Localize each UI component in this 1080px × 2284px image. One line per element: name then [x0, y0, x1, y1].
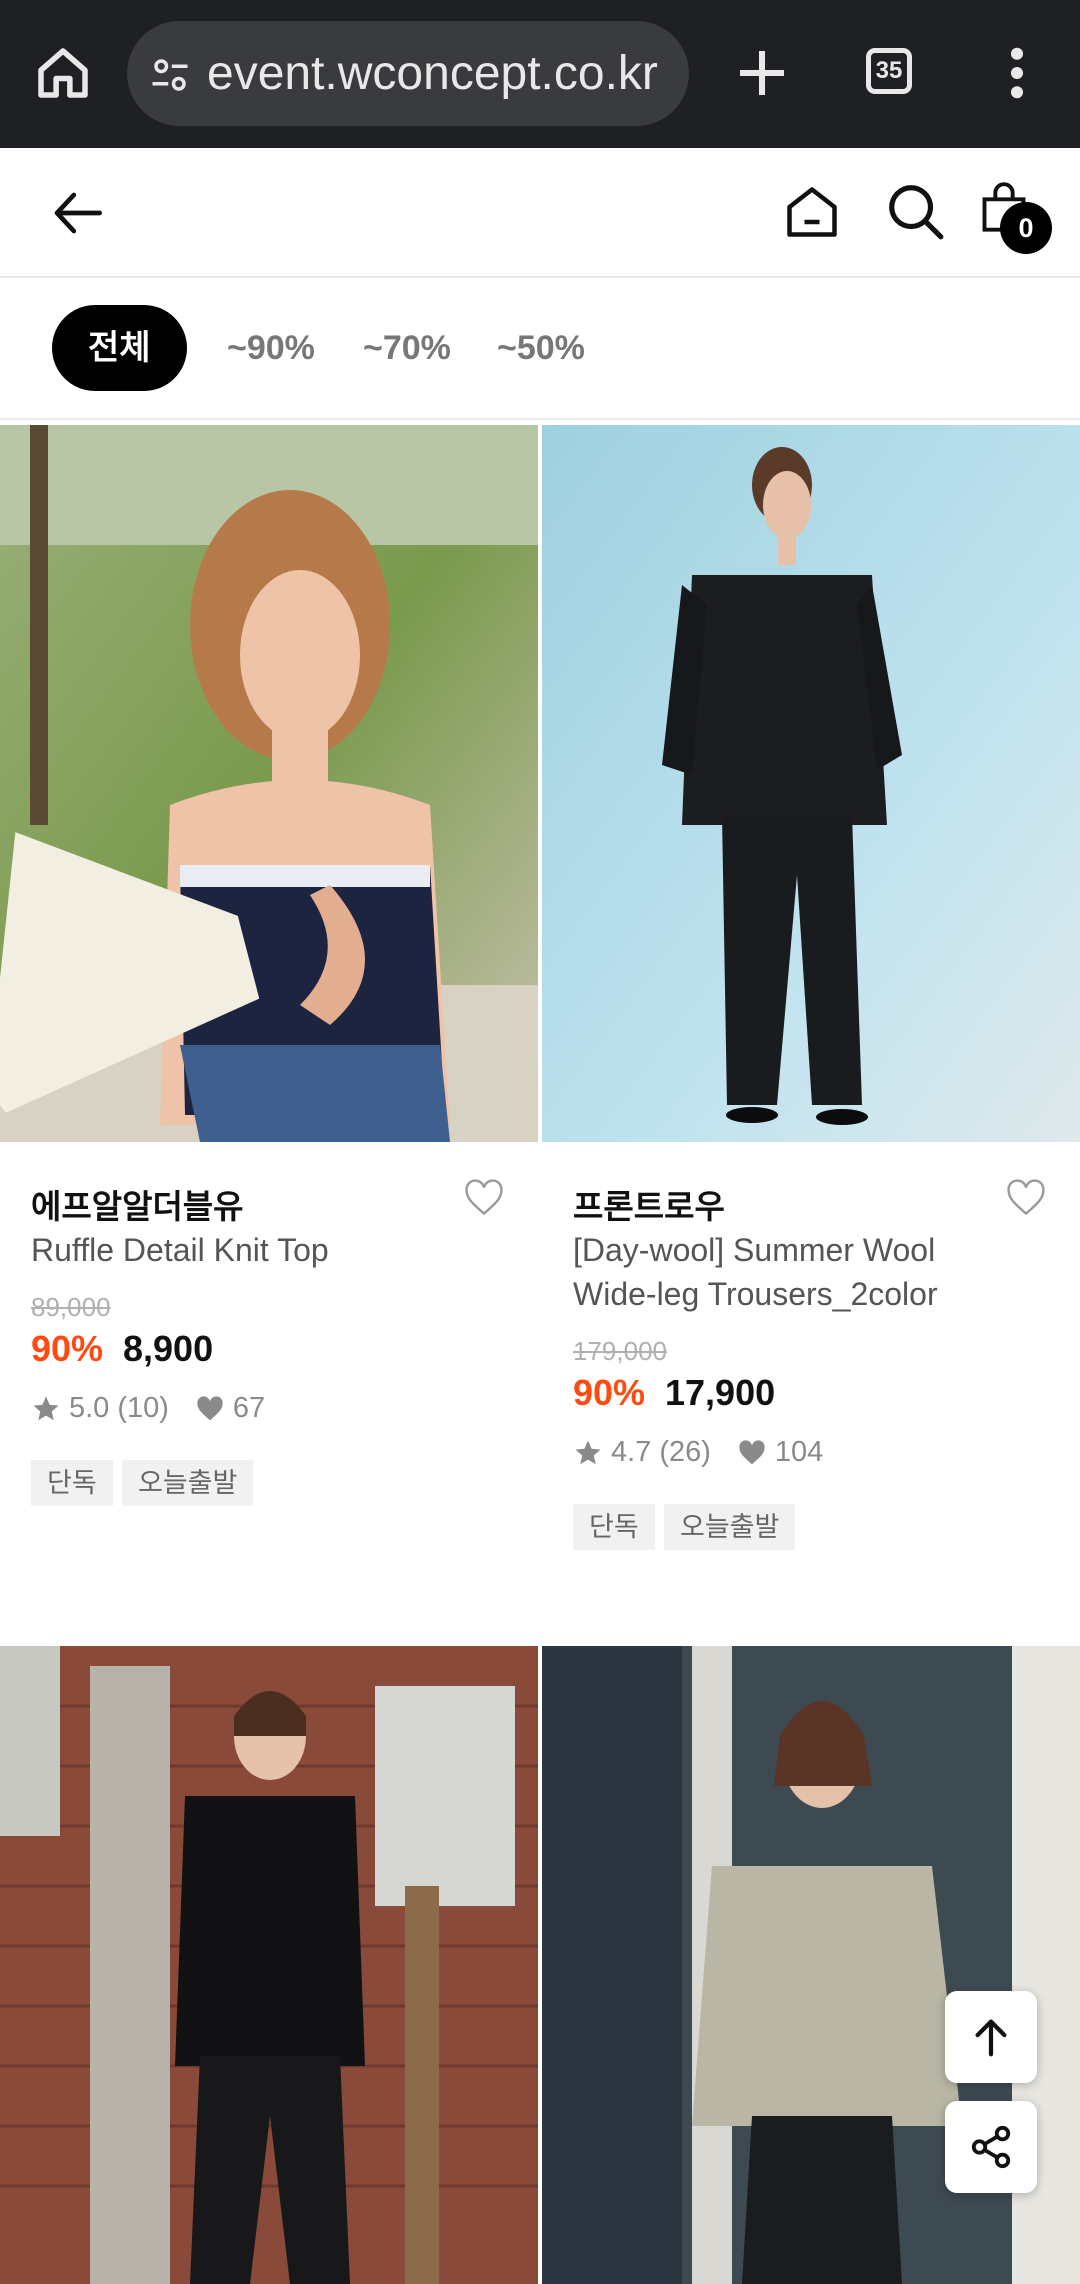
- search-icon[interactable]: [884, 180, 946, 242]
- browser-toolbar: event.wconcept.co.kr 35: [0, 0, 1080, 148]
- rating-value: 4.7: [611, 1436, 652, 1468]
- address-bar[interactable]: event.wconcept.co.kr: [127, 21, 689, 126]
- share-button[interactable]: [945, 2101, 1037, 2193]
- original-price: 179,000: [573, 1336, 667, 1366]
- product-stats: 5.0 (10) 67: [31, 1392, 265, 1425]
- product-image[interactable]: [0, 425, 538, 1142]
- review-count: (26): [659, 1436, 711, 1468]
- tag-ship-today: 오늘출발: [664, 1504, 796, 1550]
- product-brand: 프론트로우: [573, 1188, 725, 1225]
- tab-switcher-icon[interactable]: 35: [866, 48, 912, 94]
- site-settings-icon[interactable]: [149, 54, 191, 96]
- share-icon: [971, 2125, 1011, 2169]
- filter-chip-70[interactable]: ~70%: [363, 305, 451, 391]
- heart-outline-icon[interactable]: [1005, 1179, 1047, 1217]
- arrow-up-icon: [975, 2019, 1007, 2057]
- sale-price: 8,900: [123, 1328, 214, 1369]
- discount-rate: 90%: [573, 1372, 646, 1413]
- product-stats: 4.7 (26) 104: [573, 1436, 823, 1469]
- product-image[interactable]: [0, 1646, 538, 2284]
- sale-price: 17,900: [665, 1372, 776, 1413]
- url-text: event.wconcept.co.kr: [207, 47, 658, 100]
- like-count: 104: [774, 1436, 824, 1468]
- product-brand: 에프알알더블유: [31, 1188, 244, 1225]
- tag-exclusive: 단독: [31, 1460, 113, 1506]
- tag-ship-today: 오늘출발: [122, 1460, 254, 1506]
- like-count: 67: [232, 1392, 266, 1424]
- discount-rate: 90%: [31, 1328, 104, 1369]
- product-image[interactable]: [542, 425, 1080, 1142]
- scroll-top-button[interactable]: [945, 1991, 1037, 2083]
- filter-chip-50[interactable]: ~50%: [497, 305, 585, 391]
- rating-value: 5.0: [69, 1392, 110, 1424]
- back-arrow-icon[interactable]: [48, 182, 110, 244]
- product-name[interactable]: [Day-wool] Summer Wool Wide-leg Trousers…: [573, 1228, 1013, 1316]
- home-icon[interactable]: [782, 180, 842, 244]
- new-tab-icon[interactable]: [729, 40, 795, 106]
- star-icon: [575, 1440, 601, 1464]
- cart-count-badge: 0: [1000, 202, 1052, 254]
- heart-icon: [197, 1395, 223, 1420]
- star-icon: [33, 1396, 59, 1420]
- review-count: (10): [117, 1392, 169, 1424]
- tag-exclusive: 단독: [573, 1504, 655, 1550]
- product-name[interactable]: Ruffle Detail Knit Top: [31, 1228, 471, 1272]
- heart-outline-icon[interactable]: [463, 1179, 505, 1217]
- filter-chip-all[interactable]: 전체: [52, 305, 187, 391]
- discount-filter-bar: 전체 ~90% ~70% ~50%: [0, 278, 1080, 420]
- heart-icon: [739, 1439, 765, 1464]
- filter-chip-90[interactable]: ~90%: [227, 305, 315, 391]
- original-price: 89,000: [31, 1292, 111, 1322]
- home-icon[interactable]: [30, 40, 96, 106]
- app-header: 0: [0, 148, 1080, 278]
- more-vert-icon[interactable]: [1000, 40, 1034, 106]
